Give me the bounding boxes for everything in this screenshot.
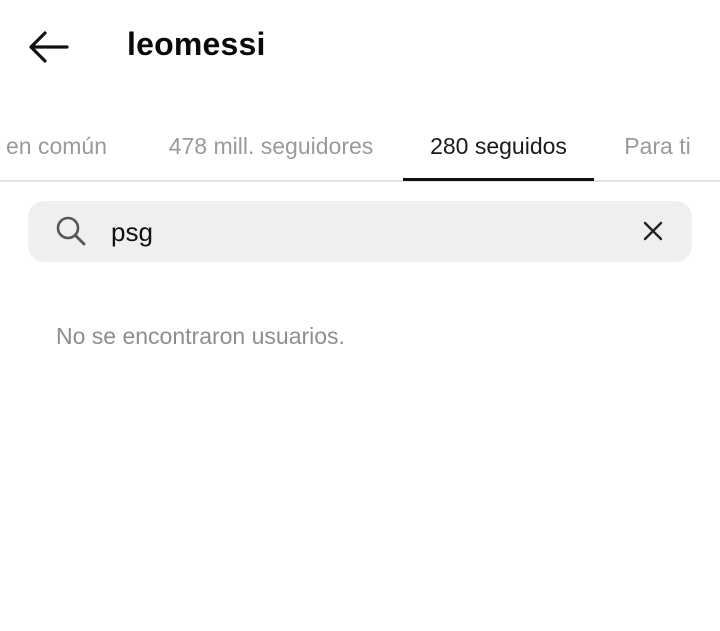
tab-seguidos[interactable]: 280 seguidos bbox=[403, 112, 594, 180]
active-tab-indicator bbox=[403, 178, 594, 181]
close-icon bbox=[643, 221, 663, 241]
no-results-message: No se encontraron usuarios. bbox=[56, 323, 345, 349]
profile-username: leomessi bbox=[127, 26, 266, 62]
search-icon bbox=[54, 214, 88, 248]
tab-para-ti[interactable]: Para ti bbox=[610, 112, 705, 180]
arrow-left-icon bbox=[29, 31, 69, 63]
follow-tabs: en común 478 mill. seguidores 280 seguid… bbox=[0, 112, 720, 182]
top-bar: leomessi bbox=[0, 0, 720, 96]
search-input[interactable] bbox=[111, 215, 611, 249]
tab-en-comun[interactable]: en común bbox=[0, 112, 128, 180]
clear-search-button[interactable] bbox=[636, 214, 670, 248]
back-button[interactable] bbox=[22, 24, 74, 70]
tab-seguidores[interactable]: 478 mill. seguidores bbox=[148, 112, 394, 180]
